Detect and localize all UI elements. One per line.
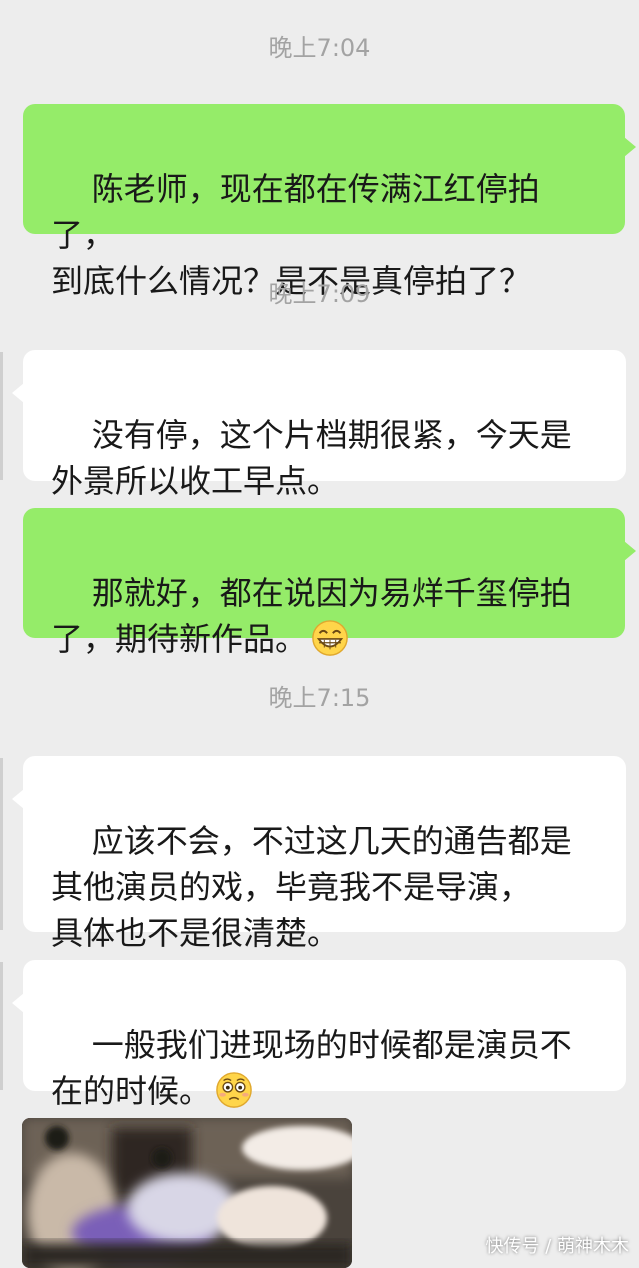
timestamp: 晚上7:09 [268,280,371,308]
flushed-face-emoji [216,1072,252,1108]
bubble-tail [12,383,24,403]
message-bubble-sent[interactable]: 那就好，都在说因为易烊千玺停拍 了，期待新作品。 [23,508,636,658]
timestamp: 晚上7:15 [268,684,371,712]
message-text: 没有停，这个片档期很紧，今天是 外景所以收工早点。 [51,416,572,500]
watermark: 快传号 / 萌神木木 [485,1236,629,1257]
left-edge-divider [0,962,3,1090]
blurred-photo-thumbnail [22,1118,352,1268]
bubble-tail [12,789,24,809]
message-bubble-received[interactable]: 应该不会，不过这几天的通告都是 其他演员的戏，毕竟我不是导演， 具体也不是很清楚… [12,756,626,952]
left-edge-divider [0,352,3,480]
message-text: 一般我们进现场的时候都是演员不 在的时候。 [51,1026,572,1110]
message-bubble-received[interactable]: 没有停，这个片档期很紧，今天是 外景所以收工早点。 [12,350,626,500]
timestamp: 晚上7:04 [268,34,371,62]
image-message[interactable] [22,1118,352,1268]
message-bubble-received[interactable]: 一般我们进现场的时候都是演员不 在的时候。 [12,960,626,1110]
message-text: 应该不会，不过这几天的通告都是 其他演员的戏，毕竟我不是导演， 具体也不是很清楚… [51,822,572,952]
bubble-tail [624,137,636,157]
left-edge-divider [0,758,3,930]
bubble-tail [624,541,636,561]
bubble-tail [12,993,24,1013]
grinning-face-emoji [312,620,348,656]
message-bubble-sent[interactable]: 陈老师，现在都在传满江红停拍了， 到底什么情况？是不是真停拍了？ [23,104,636,300]
